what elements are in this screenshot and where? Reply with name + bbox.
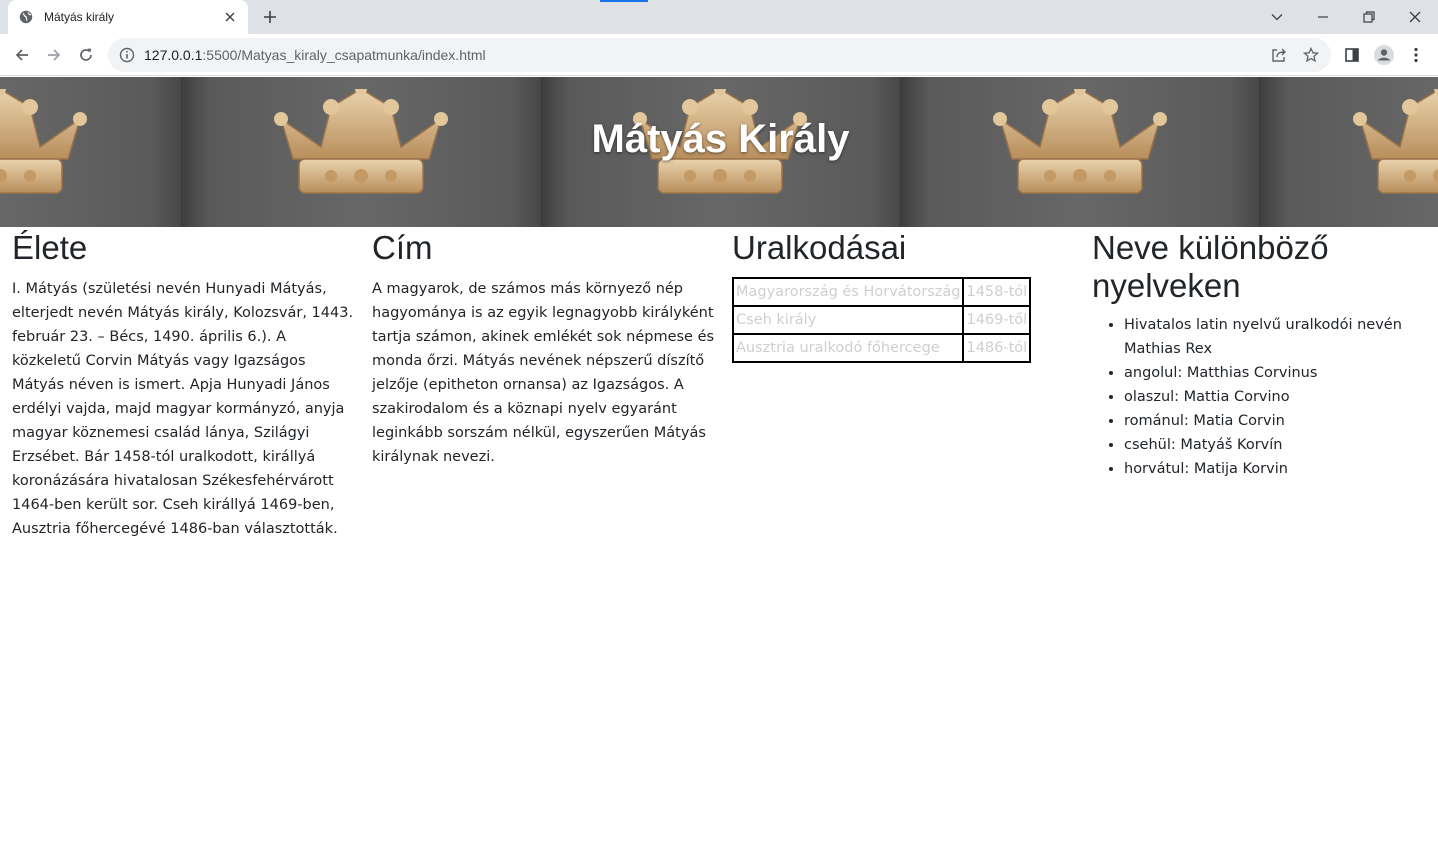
life-heading: Élete	[12, 229, 88, 266]
info-icon[interactable]	[118, 46, 136, 64]
url-text: 127.0.0.1:5500/Matyas_kiraly_csapatmunka…	[144, 47, 486, 63]
table-cell-since: 1486-tól	[962, 333, 1032, 363]
title-text: A magyarok, de számos más környező nép h…	[372, 281, 715, 465]
reigns-heading: Uralkodásai	[732, 229, 907, 266]
address-bar-actions	[1259, 43, 1323, 67]
chevron-down-icon[interactable]	[1254, 0, 1300, 34]
plus-icon[interactable]	[258, 5, 282, 29]
restore-icon[interactable]	[1346, 0, 1392, 34]
tab-title: Mátyás király	[44, 10, 115, 24]
url-host: 127.0.0.1	[144, 47, 203, 63]
address-bar[interactable]: 127.0.0.1:5500/Matyas_kiraly_csapatmunka…	[108, 38, 1331, 72]
window-controls	[1254, 0, 1438, 34]
list-item: angolul: Matthias Corvinus	[1124, 361, 1437, 385]
share-icon[interactable]	[1267, 43, 1291, 67]
list-item: Hivatalos latin nyelvű uralkodói nevén M…	[1124, 313, 1437, 361]
arrow-right-icon[interactable]	[40, 41, 68, 69]
globe-icon	[18, 9, 34, 25]
header-banner: Mátyás Király	[0, 77, 1438, 227]
table-row: Ausztria uralkodó főhercege 1486-tól	[731, 333, 1032, 363]
arrow-left-icon[interactable]	[8, 41, 36, 69]
star-icon[interactable]	[1299, 43, 1323, 67]
list-item: horvátul: Matija Korvin	[1124, 457, 1437, 481]
title-heading: Cím	[372, 229, 433, 266]
page-viewport: Mátyás Király Élete I. Mátyás (születési…	[0, 77, 1438, 854]
kebab-menu-icon[interactable]	[1402, 41, 1430, 69]
profile-icon[interactable]	[1370, 41, 1398, 69]
reigns-table: Magyarország és Horvátország 1458-tól Cs…	[731, 277, 1032, 363]
names-section: Neve különböző nyelveken Hivatalos latin…	[1092, 229, 1437, 481]
url-path: :5500/Matyas_kiraly_csapatmunka/index.ht…	[202, 47, 486, 63]
close-window-icon[interactable]	[1392, 0, 1438, 34]
toolbar-actions	[1334, 41, 1430, 69]
table-cell-title: Magyarország és Horvátország	[731, 277, 965, 307]
browser-toolbar: 127.0.0.1:5500/Matyas_kiraly_csapatmunka…	[0, 34, 1438, 76]
browser-tab[interactable]: Mátyás király	[8, 0, 248, 34]
life-section: Élete I. Mátyás (születési nevén Hunyadi…	[12, 229, 357, 541]
table-cell-title: Cseh király	[731, 305, 965, 335]
table-cell-title: Ausztria uralkodó főhercege	[731, 333, 965, 363]
tab-drop-indicator	[600, 0, 648, 2]
minimize-icon[interactable]	[1300, 0, 1346, 34]
names-list: Hivatalos latin nyelvű uralkodói nevén M…	[1092, 313, 1437, 481]
reigns-section: Uralkodásai Magyarország és Horvátország…	[731, 229, 1077, 363]
title-section: Cím A magyarok, de számos más környező n…	[372, 229, 717, 469]
list-item: olaszul: Mattia Corvino	[1124, 385, 1437, 409]
close-icon[interactable]	[222, 9, 238, 25]
side-panel-icon[interactable]	[1338, 41, 1366, 69]
names-heading: Neve különböző nyelveken	[1092, 229, 1329, 304]
table-row: Cseh király 1469-től	[731, 305, 1032, 335]
table-row: Magyarország és Horvátország 1458-tól	[731, 277, 1032, 307]
reload-icon[interactable]	[72, 41, 100, 69]
tab-strip: Mátyás király	[0, 0, 1438, 34]
table-cell-since: 1469-től	[962, 305, 1032, 335]
list-item: csehül: Matyáš Korvín	[1124, 433, 1437, 457]
table-cell-since: 1458-tól	[962, 277, 1032, 307]
list-item: románul: Matia Corvin	[1124, 409, 1437, 433]
life-text: I. Mátyás (születési nevén Hunyadi Mátyá…	[12, 281, 354, 537]
page-title: Mátyás Király	[591, 117, 850, 161]
